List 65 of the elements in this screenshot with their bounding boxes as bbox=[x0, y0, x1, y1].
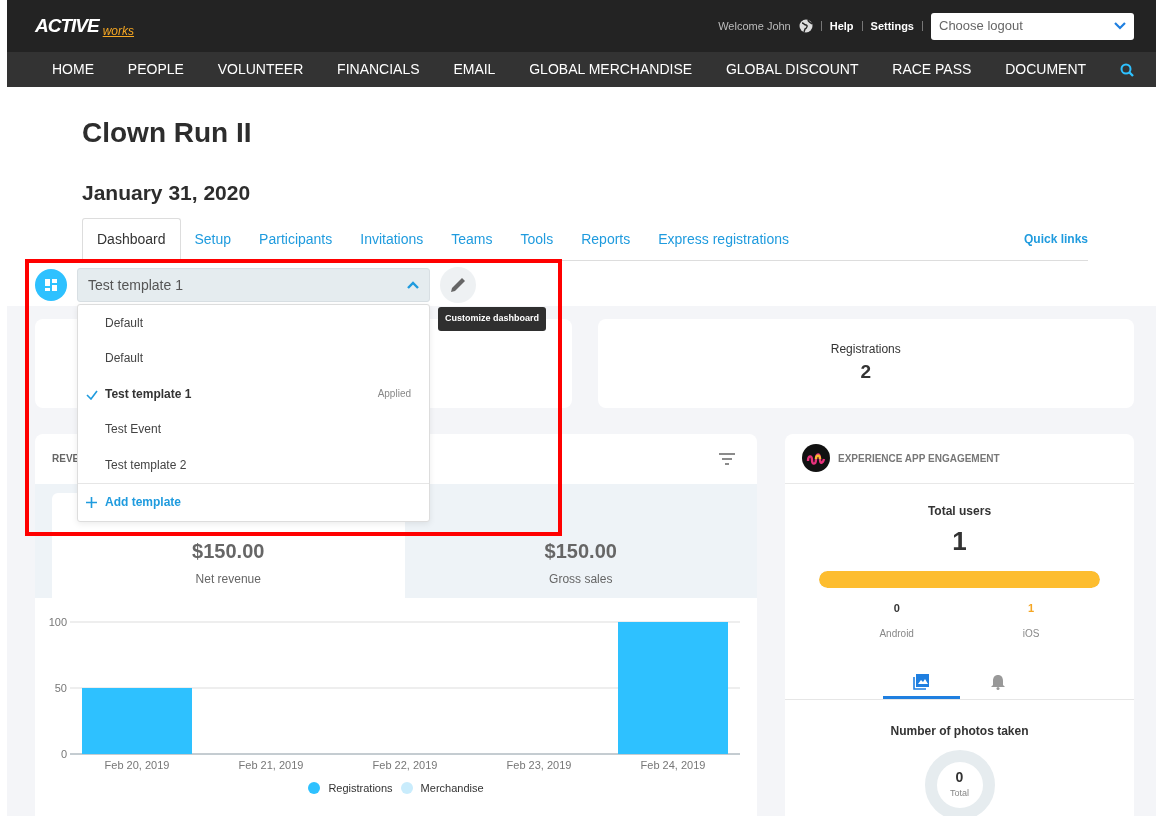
stat-label: Registrations bbox=[830, 340, 901, 358]
dropdown-option[interactable]: Default bbox=[78, 340, 429, 376]
header-link[interactable]: Settings bbox=[870, 17, 914, 35]
nav-link[interactable]: RACE PASS bbox=[892, 59, 972, 80]
filter-icon[interactable] bbox=[719, 452, 735, 465]
app-logo-icon bbox=[802, 444, 830, 472]
nav-link[interactable]: GLOBAL MERCHANDISE bbox=[529, 59, 693, 80]
chevron-down-icon bbox=[1114, 22, 1126, 30]
total-users-label: Total users bbox=[926, 502, 993, 520]
tooltip: Customize dashboard bbox=[438, 307, 546, 331]
welcome-text: Welcome John bbox=[718, 18, 791, 34]
axis-label: 0 bbox=[60, 747, 67, 760]
bell-icon bbox=[991, 673, 1005, 690]
platform-label: Android bbox=[879, 627, 914, 641]
axis-label: 100 bbox=[48, 615, 67, 628]
platform-label: iOS bbox=[1022, 627, 1040, 641]
template-select[interactable]: Test template 1 bbox=[77, 268, 430, 302]
chevron-up-icon bbox=[407, 281, 419, 289]
event-title: Clown Run II bbox=[82, 116, 253, 150]
plus-icon bbox=[86, 496, 97, 508]
nav-link[interactable]: FINANCIALS bbox=[337, 59, 420, 80]
nav-link[interactable]: EMAIL bbox=[453, 59, 496, 80]
platform-count: 0 bbox=[892, 600, 901, 616]
dropdown-option[interactable]: Test template 2 bbox=[78, 447, 429, 483]
nav-link[interactable]: PEOPLE bbox=[127, 59, 184, 80]
legend-label: Registrations bbox=[328, 780, 393, 796]
total-users-value: 1 bbox=[951, 524, 968, 558]
donut-label: Total bbox=[950, 786, 969, 800]
axis-label: 50 bbox=[54, 681, 67, 694]
search-icon[interactable] bbox=[1119, 62, 1134, 77]
legend-label: Merchandise bbox=[420, 780, 484, 796]
photos-title: Number of photos taken bbox=[889, 723, 1030, 740]
logo-text: ACTIVE bbox=[35, 13, 99, 38]
nav-link[interactable]: DOCUMENT bbox=[1005, 59, 1087, 80]
nav-link[interactable]: GLOBAL DISCOUNT bbox=[725, 59, 859, 80]
donut-value: 0 bbox=[955, 769, 964, 784]
logo-subtext: works bbox=[102, 23, 135, 41]
event-date: January 31, 2020 bbox=[82, 180, 252, 206]
edit-button[interactable] bbox=[440, 267, 476, 303]
tab[interactable]: Dashboard bbox=[82, 217, 181, 261]
axis-label: Feb 20, 2019 bbox=[104, 758, 170, 771]
metric-value: $150.00 bbox=[544, 538, 617, 564]
header-link[interactable]: Help bbox=[829, 17, 854, 35]
globe-icon[interactable] bbox=[798, 19, 813, 33]
applied-label: Applied bbox=[377, 387, 411, 402]
logout-select[interactable]: Choose logout bbox=[931, 12, 1134, 40]
card-title: EXPERIENCE APP ENGAGEMENT bbox=[838, 451, 1000, 466]
photos-icon bbox=[913, 673, 929, 690]
nav-link[interactable]: HOME bbox=[52, 59, 94, 80]
nav-link[interactable]: VOLUNTEER bbox=[217, 59, 304, 80]
axis-label: Feb 21, 2019 bbox=[238, 758, 304, 771]
check-icon bbox=[86, 389, 98, 400]
stat-value: 2 bbox=[860, 359, 872, 384]
metric-value: $150.00 bbox=[192, 538, 265, 564]
metric-label: Gross sales bbox=[549, 570, 613, 588]
metric-label: Net revenue bbox=[195, 570, 261, 588]
pencil-icon bbox=[449, 276, 467, 294]
axis-label: Feb 22, 2019 bbox=[372, 758, 438, 771]
dropdown-option[interactable]: Test template 1 Applied bbox=[78, 376, 429, 412]
platform-count: 1 bbox=[1027, 600, 1036, 616]
dropdown-option[interactable]: Test Event bbox=[78, 411, 429, 447]
dropdown-option[interactable]: Default bbox=[78, 305, 429, 341]
dashboard-icon bbox=[35, 269, 67, 301]
axis-label: Feb 24, 2019 bbox=[640, 758, 706, 771]
axis-label: Feb 23, 2019 bbox=[506, 758, 572, 771]
